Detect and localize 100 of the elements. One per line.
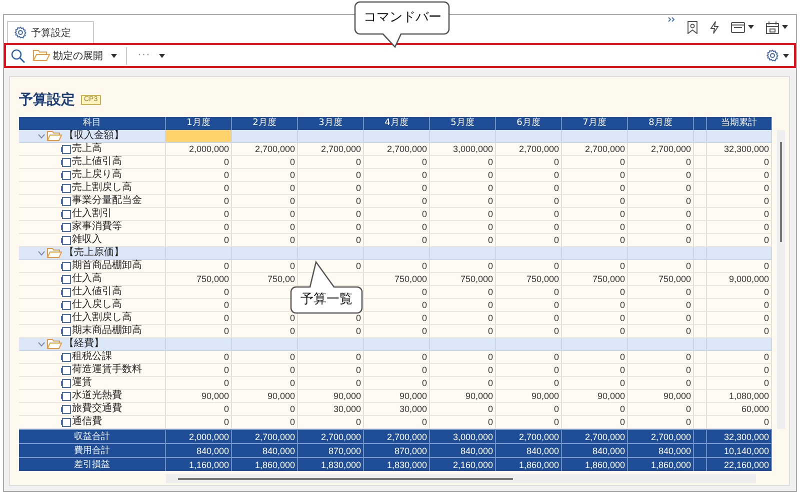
page-tab[interactable]: 予算設定: [7, 21, 94, 43]
table-cell: 0: [430, 325, 496, 338]
table-cell: 0: [707, 325, 772, 338]
table-cell: 0: [496, 260, 562, 273]
column-header[interactable]: 4月度: [364, 117, 430, 130]
table-cell: 0: [562, 403, 628, 416]
total-cell: 2,700,000: [232, 429, 298, 443]
account-label[interactable]: 期首商品棚卸高: [72, 261, 142, 271]
table-cell: 0: [628, 351, 694, 364]
account-label[interactable]: 仕入割引: [72, 209, 112, 219]
table-cell: 0: [166, 299, 232, 312]
table-cell: 0: [562, 169, 628, 182]
account-label[interactable]: 売上割戻し高: [72, 183, 132, 193]
table-cell: 0: [496, 156, 562, 169]
account-label[interactable]: 旅費交通費: [72, 404, 122, 414]
account-label[interactable]: 仕入割戻し高: [72, 313, 132, 323]
table-cell: 750,000: [430, 273, 496, 286]
table-cell: 0: [232, 416, 298, 429]
table-cell: 750,000: [628, 273, 694, 286]
table-cell: 0: [364, 312, 430, 325]
table-cell: 0: [496, 403, 562, 416]
table-cell: 0: [166, 325, 232, 338]
table-cell: 0: [364, 416, 430, 429]
account-label[interactable]: 事業分量配当金: [72, 196, 142, 206]
table-cell: 0: [562, 351, 628, 364]
total-label: 収益合計: [19, 429, 166, 443]
total-cell: 2,700,000: [298, 429, 364, 443]
table-cell: 0: [496, 416, 562, 429]
total-cell: 2,000,000: [166, 429, 232, 443]
table-cell: 0: [166, 403, 232, 416]
account-label[interactable]: 売上値引高: [72, 157, 122, 167]
table-cell: 0: [562, 416, 628, 429]
account-label[interactable]: 水道光熱費: [72, 391, 122, 401]
table-cell: 0: [232, 169, 298, 182]
column-header[interactable]: 科目: [19, 117, 166, 130]
table-cell: 0: [707, 286, 772, 299]
total-cell: 22,160,000: [707, 457, 772, 471]
total-cell: 840,000: [232, 443, 298, 457]
column-header[interactable]: 3月度: [298, 117, 364, 130]
column-header[interactable]: 1月度: [166, 117, 232, 130]
total-cell: 2,700,000: [496, 429, 562, 443]
account-label[interactable]: 期末商品棚卸高: [72, 326, 142, 336]
table-cell: 0: [707, 364, 772, 377]
table-cell: 0: [232, 182, 298, 195]
account-label[interactable]: 売上高: [72, 144, 102, 154]
table-cell: 90,000: [562, 390, 628, 403]
column-header[interactable]: 当期累計: [707, 117, 772, 130]
table-cell: 0: [562, 364, 628, 377]
table-cell: 90,000: [232, 390, 298, 403]
more-button[interactable]: ···: [136, 46, 153, 64]
table-cell: 750,000: [166, 273, 232, 286]
account-label[interactable]: 雑収入: [72, 235, 102, 245]
table-cell: 0: [364, 156, 430, 169]
expand-accounts-button[interactable]: 勘定の展開: [31, 46, 105, 64]
table-cell: 0: [232, 403, 298, 416]
column-header[interactable]: 8月度: [628, 117, 694, 130]
table-cell: 2,700,000: [298, 143, 364, 156]
account-label[interactable]: 売上戻り高: [72, 170, 122, 180]
table-cell: 0: [628, 403, 694, 416]
column-header[interactable]: 6月度: [496, 117, 562, 130]
account-label[interactable]: 仕入戻し高: [72, 300, 122, 310]
table-cell: 0: [628, 182, 694, 195]
account-label[interactable]: 通信費: [72, 417, 102, 427]
account-label[interactable]: 家事消費等: [72, 222, 122, 232]
account-label[interactable]: 仕入値引高: [72, 287, 122, 297]
column-header[interactable]: 5月度: [430, 117, 496, 130]
column-header[interactable]: 2月度: [232, 117, 298, 130]
total-cell: 840,000: [166, 443, 232, 457]
table-cell: 750,000: [496, 273, 562, 286]
total-cell: 2,160,000: [430, 457, 496, 471]
account-label[interactable]: 仕入高: [72, 274, 102, 284]
table-cell: 90,000: [364, 390, 430, 403]
total-label: 差引損益: [19, 457, 166, 471]
table-cell: 0: [707, 208, 772, 221]
table-cell: 90,000: [430, 390, 496, 403]
total-cell: 32,300,000: [707, 429, 772, 443]
table-cell: 0: [430, 182, 496, 195]
account-label[interactable]: 運賃: [72, 378, 92, 388]
table-cell: 0: [430, 312, 496, 325]
table-cell: 0: [430, 299, 496, 312]
table-cell: 0: [364, 325, 430, 338]
table-cell: 2,700,000: [364, 143, 430, 156]
table-cell: 0: [364, 195, 430, 208]
account-label[interactable]: 租税公課: [72, 352, 112, 362]
table-cell: 0: [298, 325, 364, 338]
table-cell: 0: [166, 234, 232, 247]
table-cell: 3,000,000: [430, 143, 496, 156]
table-cell: 0: [430, 416, 496, 429]
column-header[interactable]: 7月度: [562, 117, 628, 130]
page-title: 予算設定: [19, 91, 75, 109]
total-cell: 1,860,000: [562, 457, 628, 471]
table-cell: 32,300,000: [707, 143, 772, 156]
table-cell: 0: [232, 156, 298, 169]
table-cell: 0: [628, 234, 694, 247]
table-cell: 0: [364, 364, 430, 377]
table-cell: 0: [232, 234, 298, 247]
table-cell: 0: [496, 351, 562, 364]
account-label[interactable]: 荷造運賃手数料: [72, 365, 142, 375]
table-cell: 0: [496, 208, 562, 221]
table-cell: 0: [496, 182, 562, 195]
